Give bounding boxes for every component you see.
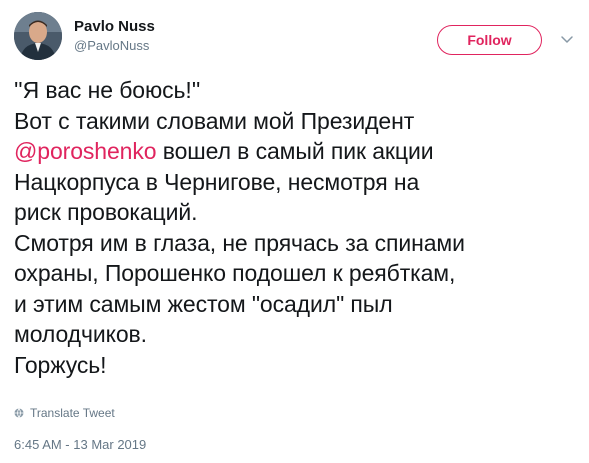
globe-icon [14, 408, 24, 418]
tweet-text: ''Я вас не боюсь!'' Вот с такими словами… [14, 75, 579, 380]
user-handle[interactable]: @PavloNuss [74, 38, 149, 54]
tweet-line: риск провокаций. [14, 199, 198, 225]
mention-link[interactable]: @poroshenko [14, 138, 157, 164]
tweet-line: Вот с такими словами мой Президент [14, 107, 415, 134]
tweet-line: ''Я вас не боюсь!'' [14, 77, 201, 103]
chevron-down-icon[interactable] [560, 32, 574, 46]
tweet-line: охраны, Порошенко подошел к реябткам, [14, 260, 456, 286]
user-display-name[interactable]: Pavlo Nuss [74, 18, 155, 36]
tweet-line-rest: вошел в самый пик акции [156, 138, 434, 164]
avatar-image [14, 12, 62, 60]
tweet-line: молодчиков. [14, 321, 147, 347]
avatar[interactable] [14, 12, 62, 60]
tweet-line: @poroshenko вошел в самый пик акции [14, 136, 579, 167]
tweet-timestamp[interactable]: 6:45 AM - 13 Mar 2019 [14, 437, 146, 452]
tweet-line: Нацкорпуса в Чернигове, несмотря на [14, 168, 420, 195]
tweet-card: Pavlo Nuss @PavloNuss Follow ''Я вас не … [0, 0, 589, 463]
follow-button[interactable]: Follow [437, 25, 542, 55]
translate-tweet-link[interactable]: Translate Tweet [14, 406, 115, 420]
tweet-line: Смотря им в глаза, не прячась за спинами [14, 229, 465, 256]
translate-label: Translate Tweet [30, 406, 115, 420]
tweet-line: Горжусь! [14, 351, 107, 378]
tweet-line: и этим самым жестом "осадил" пыл [14, 290, 393, 317]
